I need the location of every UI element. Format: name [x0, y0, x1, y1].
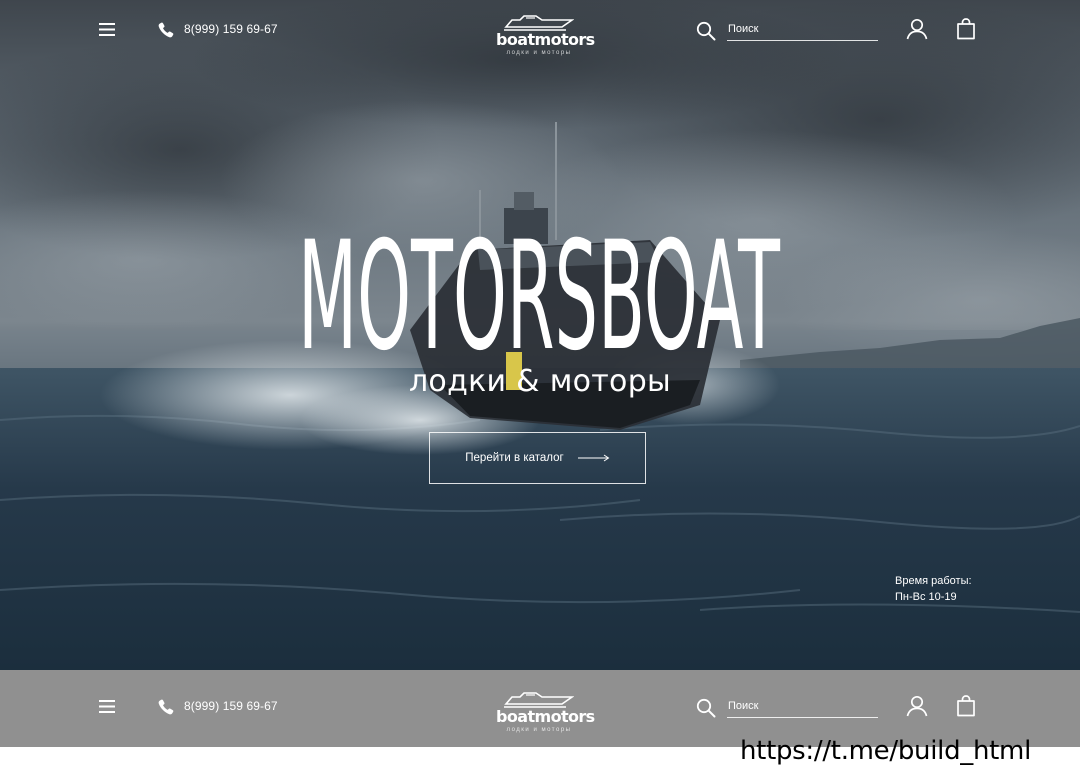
working-hours-value: Пн-Вс 10-19 [895, 591, 957, 603]
hero-title: MOTORSBOAT [298, 236, 781, 356]
hero-section: 8(999) 159 69-67 boatmotors лодки и мото… [0, 0, 1080, 670]
logo-subtext: лодки и моторы [506, 50, 572, 56]
working-hours: Время работы: Пн-Вс 10-19 [895, 573, 972, 605]
go-to-catalog-button[interactable]: Перейти в каталог [429, 432, 646, 484]
phone-icon[interactable] [158, 22, 174, 38]
top-header: 8(999) 159 69-67 boatmotors лодки и мото… [0, 0, 1080, 58]
watermark-text: https://t.me/build_html [740, 736, 1031, 766]
catalog-button-label: Перейти в каталог [465, 452, 564, 464]
logo-text: boatmotors [496, 707, 595, 726]
arrow-right-icon [577, 454, 610, 462]
logo-text: boatmotors [496, 30, 595, 49]
menu-icon[interactable] [99, 23, 115, 36]
working-hours-label: Время работы: [895, 575, 972, 587]
menu-icon[interactable] [99, 700, 115, 713]
phone-number[interactable]: 8(999) 159 69-67 [184, 22, 278, 36]
search-input[interactable] [727, 696, 878, 716]
phone-icon[interactable] [158, 699, 174, 715]
hero-subtitle: лодки & моторы [408, 364, 672, 399]
user-icon[interactable] [906, 18, 928, 40]
cart-icon[interactable] [956, 18, 976, 40]
search-input[interactable] [727, 19, 878, 39]
sticky-header: 8(999) 159 69-67 boatmotors лодки и мото… [0, 677, 1080, 735]
search-field [727, 696, 878, 718]
user-icon[interactable] [906, 695, 928, 717]
hero-title-text: MOTORSBOAT [298, 236, 781, 356]
cart-icon[interactable] [956, 695, 976, 717]
search-icon[interactable] [696, 21, 716, 41]
phone-number[interactable]: 8(999) 159 69-67 [184, 699, 278, 713]
search-icon[interactable] [696, 698, 716, 718]
logo-subtext: лодки и моторы [506, 727, 572, 733]
search-field [727, 19, 878, 41]
logo[interactable]: boatmotors лодки и моторы [494, 14, 595, 58]
logo[interactable]: boatmotors лодки и моторы [494, 691, 595, 735]
